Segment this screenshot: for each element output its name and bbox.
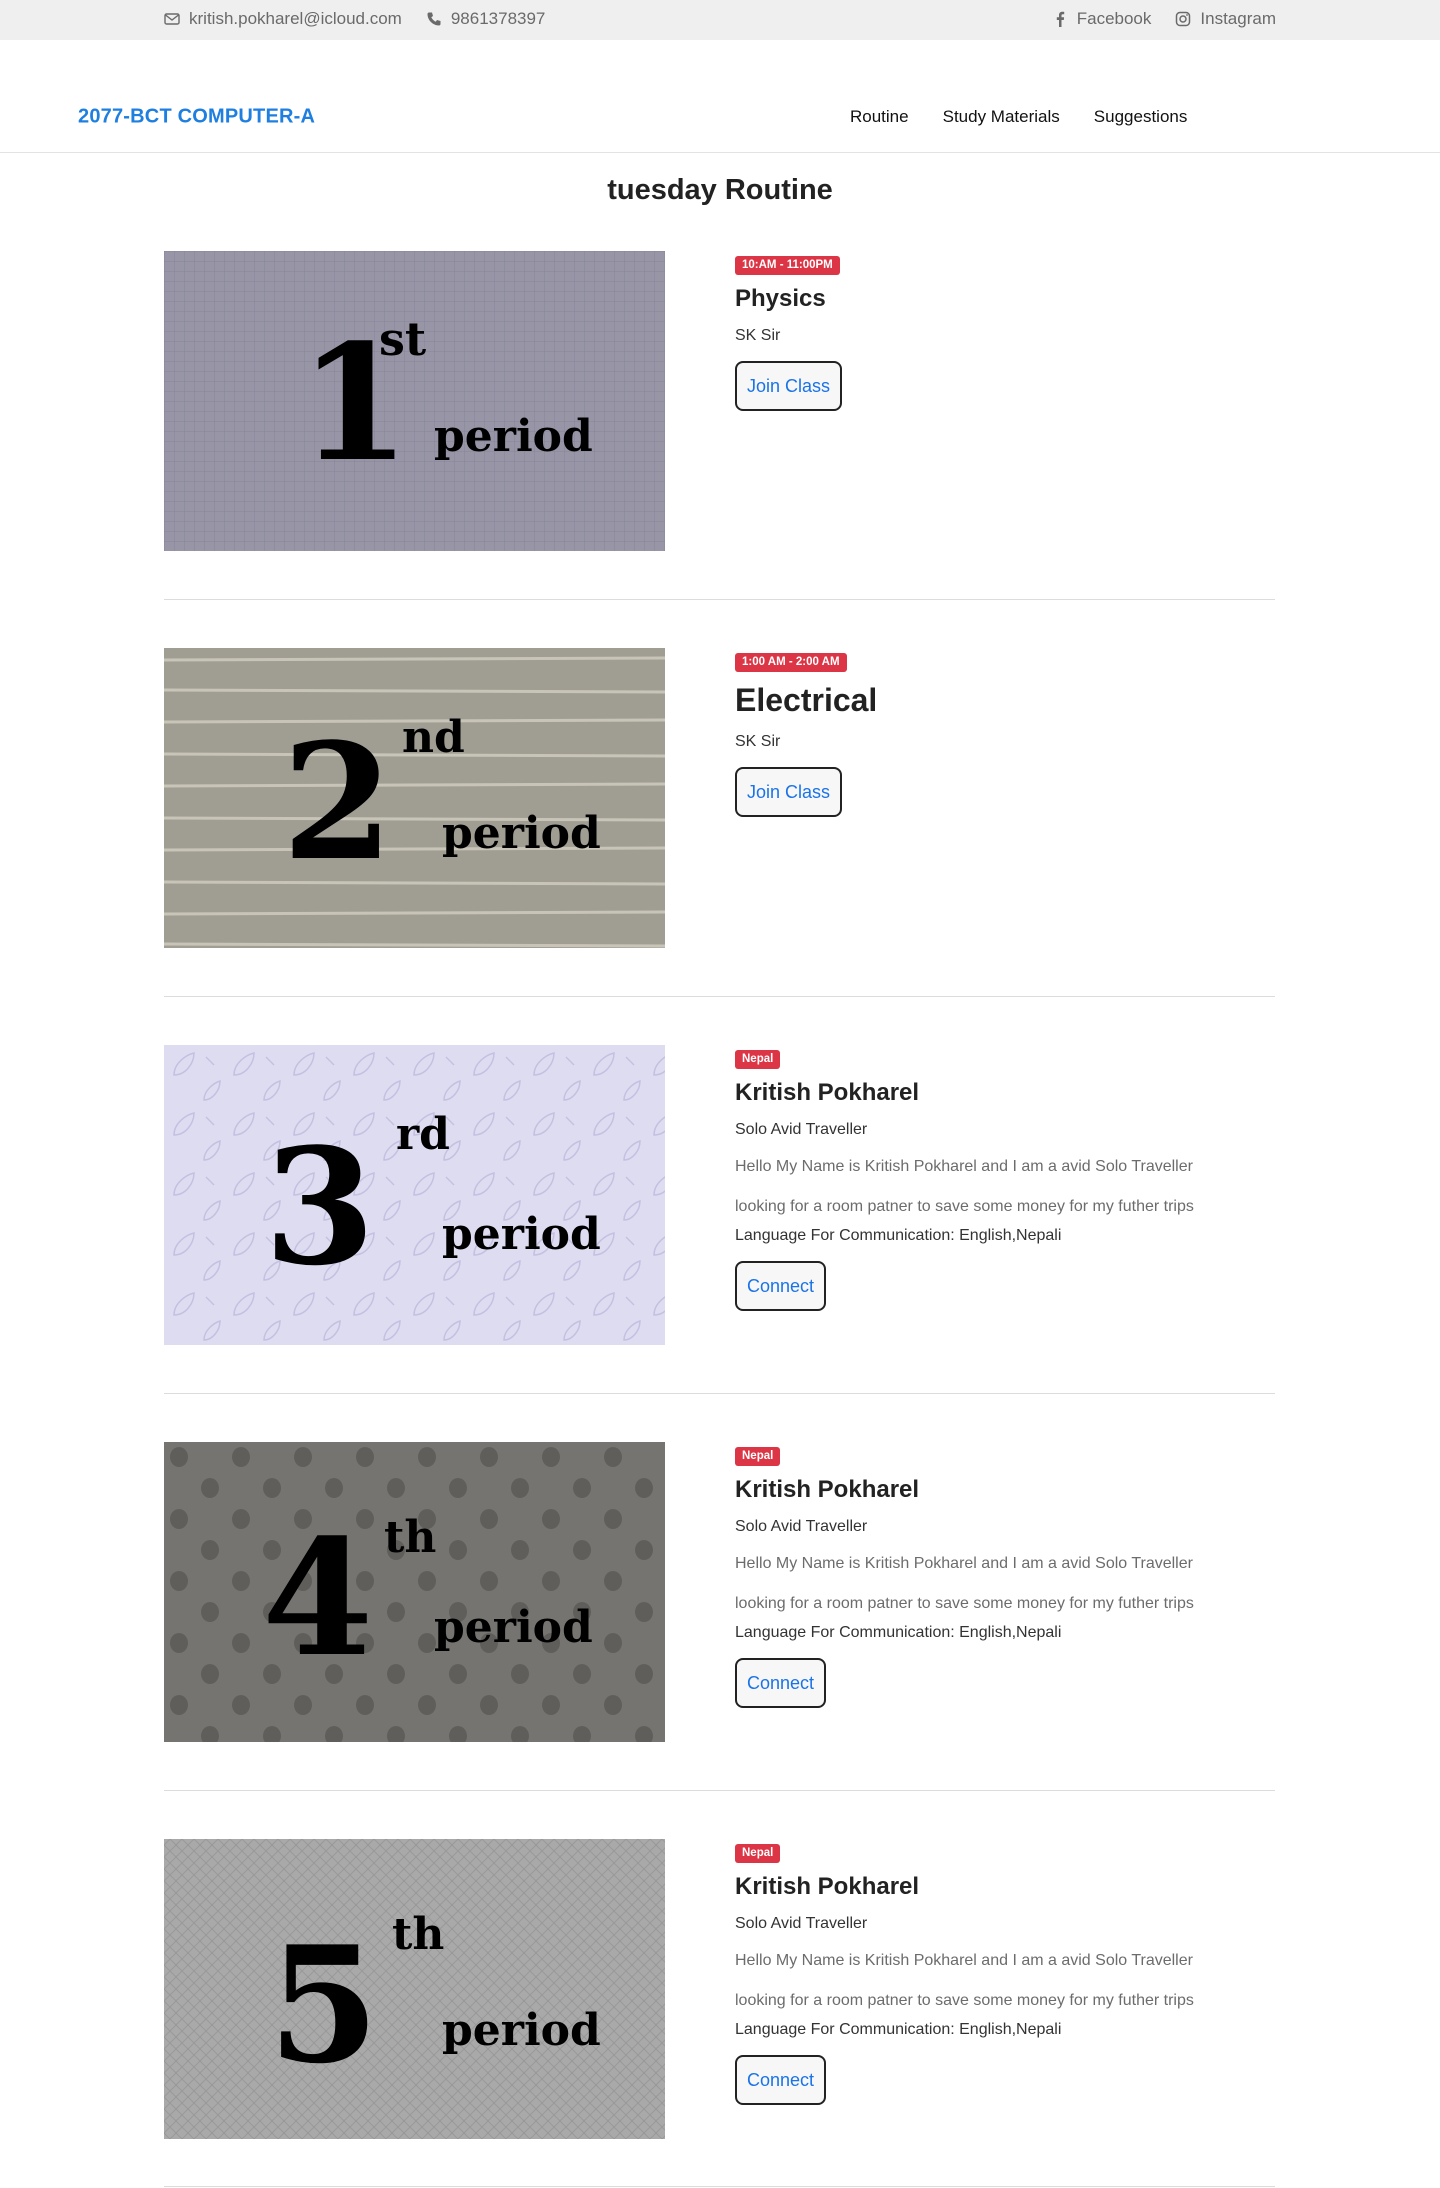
profile-card: 4 th period Nepal Kritish Pokharel Solo …	[164, 1442, 1275, 1742]
facebook-icon	[1056, 11, 1064, 27]
profile-name: Kritish Pokharel	[735, 1873, 920, 1900]
location-badge: Nepal	[735, 1050, 781, 1069]
profile-name: Kritish Pokharel	[735, 1476, 920, 1503]
subject-title: Electrical	[735, 682, 878, 718]
connect-button[interactable]: Connect	[735, 1658, 827, 1708]
period-word: period	[434, 1602, 593, 1653]
profile-card: 5 th period Nepal Kritish Pokharel Solo …	[164, 1839, 1275, 2139]
period-image: 2 nd period	[164, 648, 665, 948]
join-class-button[interactable]: Join Class	[735, 361, 843, 411]
card-info: Nepal Kritish Pokharel Solo Avid Travell…	[735, 1049, 1275, 1311]
divider	[164, 1393, 1275, 1394]
language-info: Language For Communication: English,Nepa…	[735, 1624, 1062, 1641]
profile-subtitle: Solo Avid Traveller	[735, 1518, 868, 1535]
nav-link-study-materials[interactable]: Study Materials	[943, 107, 1060, 127]
email-contact[interactable]: kritish.pokharel@icloud.com	[164, 9, 402, 29]
profile-description-line-2: looking for a room patner to save some m…	[735, 1198, 1194, 1215]
top-contact-bar: kritish.pokharel@icloud.com 9861378397 F…	[0, 0, 1440, 40]
profile-subtitle: Solo Avid Traveller	[735, 1915, 868, 1932]
profile-description-line-1: Hello My Name is Kritish Pokharel and I …	[735, 1158, 1193, 1175]
subject-title: Physics	[735, 285, 826, 312]
teacher-name: SK Sir	[735, 327, 781, 344]
card-info: 10:AM - 11:00PM Physics SK Sir Join Clas…	[735, 255, 1275, 411]
profile-description-line-2: looking for a room patner to save some m…	[735, 1992, 1194, 2009]
envelope-icon	[164, 13, 180, 25]
period-image: 3 rd period	[164, 1045, 665, 1345]
period-4-graphic: 4 th period	[164, 1442, 665, 1742]
language-info: Language For Communication: English,Nepa…	[735, 2021, 1062, 2038]
instagram-label: Instagram	[1200, 9, 1276, 28]
period-image: 4 th period	[164, 1442, 665, 1742]
period-number: 3	[264, 1113, 375, 1301]
period-number: 2	[282, 708, 393, 896]
language-info: Language For Communication: English,Nepa…	[735, 1227, 1062, 1244]
profile-subtitle: Solo Avid Traveller	[735, 1121, 868, 1138]
instagram-icon	[1176, 11, 1191, 27]
connect-button[interactable]: Connect	[735, 2055, 827, 2105]
connect-button[interactable]: Connect	[735, 1261, 827, 1311]
nav-menu: Routine Study Materials Suggestions	[850, 107, 1187, 127]
divider	[164, 1790, 1275, 1791]
period-word: period	[434, 411, 593, 462]
profile-card: 3 rd period Nepal Kritish Pokharel Solo …	[164, 1045, 1275, 1345]
teacher-name: SK Sir	[735, 733, 781, 750]
main-navbar: 2077-BCT COMPUTER-A Routine Study Materi…	[0, 40, 1440, 153]
nav-link-suggestions[interactable]: Suggestions	[1094, 107, 1188, 127]
routine-card: 2 nd period 1:00 AM - 2:00 AM Electrical…	[164, 648, 1275, 948]
facebook-label: Facebook	[1076, 9, 1152, 28]
period-word: period	[442, 808, 601, 859]
divider	[164, 996, 1275, 997]
period-2-graphic: 2 nd period	[164, 648, 665, 948]
period-image: 5 th period	[164, 1839, 665, 2139]
nav-link-routine[interactable]: Routine	[850, 107, 909, 127]
routine-card: 1 st period 10:AM - 11:00PM Physics SK S…	[164, 251, 1275, 551]
period-word: period	[442, 2005, 601, 2056]
instagram-link[interactable]: Instagram	[1175, 9, 1276, 29]
email-text: kritish.pokharel@icloud.com	[189, 9, 402, 28]
brand-logo[interactable]: 2077-BCT COMPUTER-A	[78, 106, 315, 129]
period-word: period	[442, 1209, 601, 1260]
period-suffix: th	[392, 1909, 444, 1960]
time-badge: 1:00 AM - 2:00 AM	[735, 653, 847, 672]
page-title: tuesday Routine	[607, 174, 833, 206]
period-suffix: nd	[402, 712, 465, 763]
period-1-graphic: 1 st period	[164, 251, 665, 551]
period-image: 1 st period	[164, 251, 665, 551]
period-number: 5	[268, 1911, 379, 2099]
divider	[164, 2186, 1275, 2187]
profile-description-line-2: looking for a room patner to save some m…	[735, 1595, 1194, 1612]
period-number: 4	[262, 1504, 373, 1692]
period-suffix: rd	[396, 1109, 450, 1160]
card-info: 1:00 AM - 2:00 AM Electrical SK Sir Join…	[735, 652, 1275, 817]
profile-description-line-1: Hello My Name is Kritish Pokharel and I …	[735, 1952, 1193, 1969]
card-info: Nepal Kritish Pokharel Solo Avid Travell…	[735, 1843, 1275, 2105]
social-links: Facebook Instagram	[1052, 9, 1276, 29]
divider	[164, 599, 1275, 600]
location-badge: Nepal	[735, 1447, 781, 1466]
phone-contact[interactable]: 9861378397	[426, 9, 546, 29]
period-3-graphic: 3 rd period	[164, 1045, 665, 1345]
facebook-link[interactable]: Facebook	[1052, 9, 1152, 29]
time-badge: 10:AM - 11:00PM	[735, 256, 840, 275]
location-badge: Nepal	[735, 1844, 781, 1863]
contact-info: kritish.pokharel@icloud.com 9861378397	[164, 9, 545, 29]
period-suffix: th	[384, 1512, 436, 1563]
profile-description-line-1: Hello My Name is Kritish Pokharel and I …	[735, 1555, 1193, 1572]
period-suffix: st	[379, 312, 427, 366]
phone-text: 9861378397	[450, 9, 546, 28]
period-5-graphic: 5 th period	[164, 1839, 665, 2139]
phone-icon	[427, 12, 441, 26]
card-info: Nepal Kritish Pokharel Solo Avid Travell…	[735, 1446, 1275, 1708]
join-class-button[interactable]: Join Class	[735, 767, 843, 817]
profile-name: Kritish Pokharel	[735, 1079, 920, 1106]
